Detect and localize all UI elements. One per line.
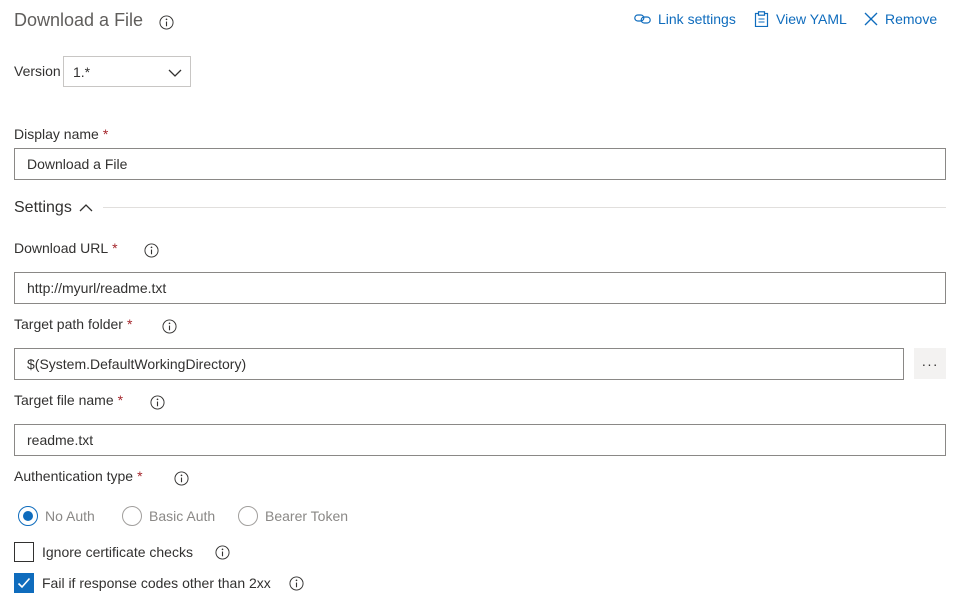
ignore-cert-checkbox[interactable] <box>14 542 34 562</box>
settings-section-toggle[interactable]: Settings <box>14 199 93 217</box>
target-file-label: Target file name * <box>14 392 124 408</box>
checkmark-icon <box>17 577 31 589</box>
clipboard-icon <box>754 11 769 27</box>
section-divider <box>103 207 946 208</box>
link-settings-label: Link settings <box>658 11 736 27</box>
required-mark: * <box>102 126 109 142</box>
info-icon[interactable] <box>215 545 230 560</box>
browse-button[interactable]: ··· <box>914 348 946 379</box>
radio-label: No Auth <box>45 508 95 524</box>
remove-label: Remove <box>885 11 938 27</box>
target-file-input[interactable]: readme.txt <box>14 424 946 456</box>
radio-button[interactable] <box>238 506 258 526</box>
version-select[interactable]: 1.* <box>63 56 191 87</box>
version-label: Version <box>14 63 61 79</box>
link-settings-button[interactable]: Link settings <box>634 11 736 27</box>
info-icon[interactable] <box>159 15 174 30</box>
ignore-cert-label: Ignore certificate checks <box>42 544 193 560</box>
radio-no-auth[interactable]: No Auth <box>18 506 95 526</box>
required-mark: * <box>117 392 124 408</box>
display-name-label: Display name * <box>14 126 109 142</box>
radio-label: Basic Auth <box>149 508 216 524</box>
required-mark: * <box>137 468 143 484</box>
target-path-label: Target path folder * <box>14 316 133 332</box>
target-path-input[interactable]: $(System.DefaultWorkingDirectory) <box>14 348 904 380</box>
page-title: Download a File <box>14 10 144 30</box>
version-value: 1.* <box>73 63 91 80</box>
view-yaml-label: View YAML <box>776 11 847 27</box>
radio-button[interactable] <box>122 506 142 526</box>
close-icon <box>864 12 878 26</box>
auth-type-label: Authentication type * <box>14 468 143 484</box>
view-yaml-button[interactable]: View YAML <box>754 11 847 27</box>
info-icon[interactable] <box>174 471 189 486</box>
info-icon[interactable] <box>144 243 159 258</box>
link-icon <box>634 13 651 25</box>
chevron-up-icon <box>79 199 93 217</box>
fail-non-2xx-label: Fail if response codes other than 2xx <box>42 575 271 591</box>
radio-basic-auth[interactable]: Basic Auth <box>122 506 215 526</box>
ignore-cert-checkbox-row[interactable]: Ignore certificate checks <box>14 542 193 562</box>
display-name-input[interactable]: Download a File <box>14 148 946 180</box>
settings-title: Settings <box>14 199 72 216</box>
download-url-input[interactable]: http://myurl/readme.txt <box>14 272 946 304</box>
remove-button[interactable]: Remove <box>864 11 937 27</box>
required-mark: * <box>112 240 118 256</box>
radio-label: Bearer Token <box>265 508 349 524</box>
chevron-down-icon <box>168 64 182 80</box>
radio-bearer-token[interactable]: Bearer Token <box>238 506 348 526</box>
info-icon[interactable] <box>150 395 165 410</box>
radio-button[interactable] <box>18 506 38 526</box>
info-icon[interactable] <box>162 319 177 334</box>
download-url-label: Download URL * <box>14 240 118 256</box>
fail-non-2xx-checkbox[interactable] <box>14 573 34 593</box>
required-mark: * <box>126 316 133 332</box>
info-icon[interactable] <box>289 576 304 591</box>
fail-non-2xx-checkbox-row[interactable]: Fail if response codes other than 2xx <box>14 573 271 593</box>
